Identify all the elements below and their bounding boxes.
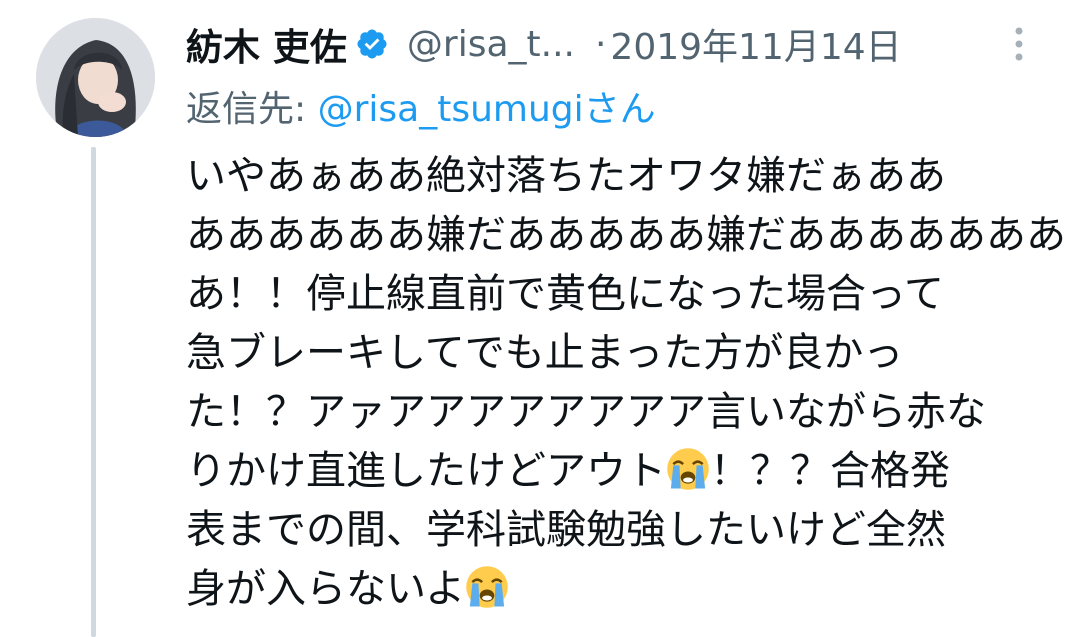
tweet-text-segment: りかけ直進したけどアウト <box>186 448 666 494</box>
tweet-text-line: ああああああ嫌だあああああ嫌だあああああああ <box>186 212 1066 258</box>
tweet-text-line-with-emoji: りかけ直進したけどアウト ！？？合格発 <box>186 442 1026 501</box>
loudly-crying-face-emoji <box>466 566 508 608</box>
tweet-text-line-with-emoji: 身が入らないよ <box>186 560 1026 619</box>
tweet-header: 紡木 吏佐 @risa_t... · 2019年11月14日 <box>186 16 902 72</box>
tweet-text-line: 急ブレーキしてでも止まった方が良かっ <box>186 330 904 376</box>
reply-prefix: 返信先: <box>186 89 318 130</box>
tweet-text-segment: ！？？合格発 <box>710 448 950 494</box>
tweet-date[interactable]: 2019年11月14日 <box>610 18 901 70</box>
tweet-text-line: 表までの間、学科試験勉強したいけど全然 <box>186 507 946 553</box>
tweet-text-line: た！？アァアアアアアアアア言いながら赤な <box>186 389 986 435</box>
verified-badge-icon <box>357 29 387 59</box>
tweet-text-line: いやあぁああ絶対落ちたオワタ嫌だぁああ <box>186 153 946 199</box>
avatar-image <box>36 18 155 137</box>
author-handle[interactable]: @risa_t... <box>407 24 575 65</box>
tweet-text-segment: 身が入らないよ <box>186 566 466 612</box>
author-display-name[interactable]: 紡木 吏佐 <box>186 17 347 71</box>
tweet-text: いやあぁああ絶対落ちたオワタ嫌だぁああ ああああああ嫌だあああああ嫌だあああああ… <box>186 147 1066 619</box>
tweet-text-line: あ！！停止線直前で黄色になった場合って <box>186 271 944 317</box>
avatar[interactable] <box>36 18 155 137</box>
loudly-crying-face-emoji <box>667 448 709 490</box>
separator-dot: · <box>594 23 607 65</box>
reply-to-line: 返信先: @risa_tsumugiさん <box>186 80 656 132</box>
thread-connector-line <box>91 147 96 637</box>
more-options-icon[interactable] <box>1004 24 1034 64</box>
reply-target-link[interactable]: @risa_tsumugiさん <box>318 89 656 130</box>
